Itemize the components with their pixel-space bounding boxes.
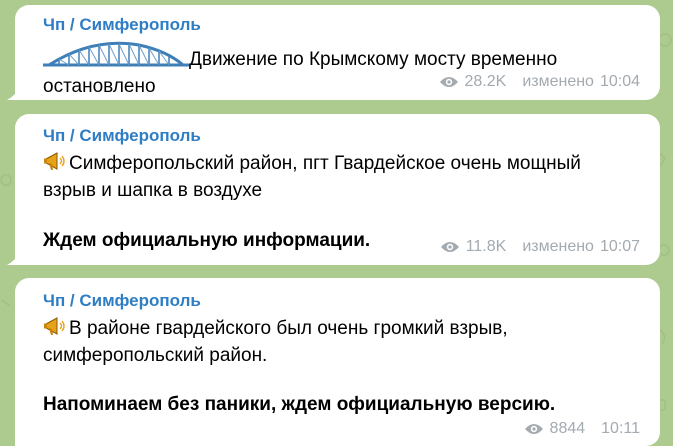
edited-label: изменено [522, 73, 594, 90]
message-time: 10:07 [599, 238, 640, 255]
message-line-bold: Ждем официальную информации. [43, 230, 371, 251]
message-line: В районе гвардейского был очень громкий … [69, 318, 508, 339]
message-line: Симферопольский район, пгт Гвардейское о… [69, 153, 581, 174]
megaphone-icon [44, 317, 65, 335]
sender-name[interactable]: Чп / Симферополь [43, 291, 201, 311]
views-icon [524, 424, 543, 434]
message-meta: 8844 10:11 [524, 420, 640, 438]
message-time: 10:11 [601, 420, 640, 437]
sender-name[interactable]: Чп / Симферополь [43, 15, 201, 35]
message-line-bold: Напоминаем без паники, ждем официальную … [43, 394, 556, 415]
views-count: 11.8K [465, 238, 507, 255]
message-time: 10:04 [599, 73, 640, 90]
message-text: Симферопольский район, пгт Гвардейское о… [43, 150, 581, 204]
views-count: 8844 [549, 420, 586, 437]
message-bubble[interactable]: Чп / Симферополь Движение по Крымскому м… [7, 5, 660, 100]
bubble-tail [7, 251, 21, 265]
message-line: остановлено [43, 76, 156, 97]
sender-name[interactable]: Чп / Симферополь [43, 126, 201, 146]
message-bubble[interactable]: Чп / Симферополь В районе гвардейского б… [15, 278, 660, 446]
message-meta: 11.8K изменено 10:07 [440, 238, 640, 256]
bubble-tail [7, 86, 21, 100]
bridge-icon [43, 41, 189, 67]
message-meta: 28.2K изменено 10:04 [439, 73, 640, 91]
megaphone-icon [44, 152, 65, 170]
message-text: В районе гвардейского был очень громкий … [43, 315, 508, 369]
message-bubble[interactable]: Чп / Симферополь Симферопольский район, … [7, 114, 660, 265]
views-icon [439, 77, 458, 87]
message-line: взрыв и шапка в воздухе [43, 180, 263, 201]
edited-label: изменено [522, 238, 594, 255]
message-line: Движение по Крымскому мосту временно [189, 49, 558, 70]
views-count: 28.2K [464, 73, 507, 90]
message-line: симферопольский район. [43, 345, 268, 366]
views-icon [440, 242, 459, 252]
